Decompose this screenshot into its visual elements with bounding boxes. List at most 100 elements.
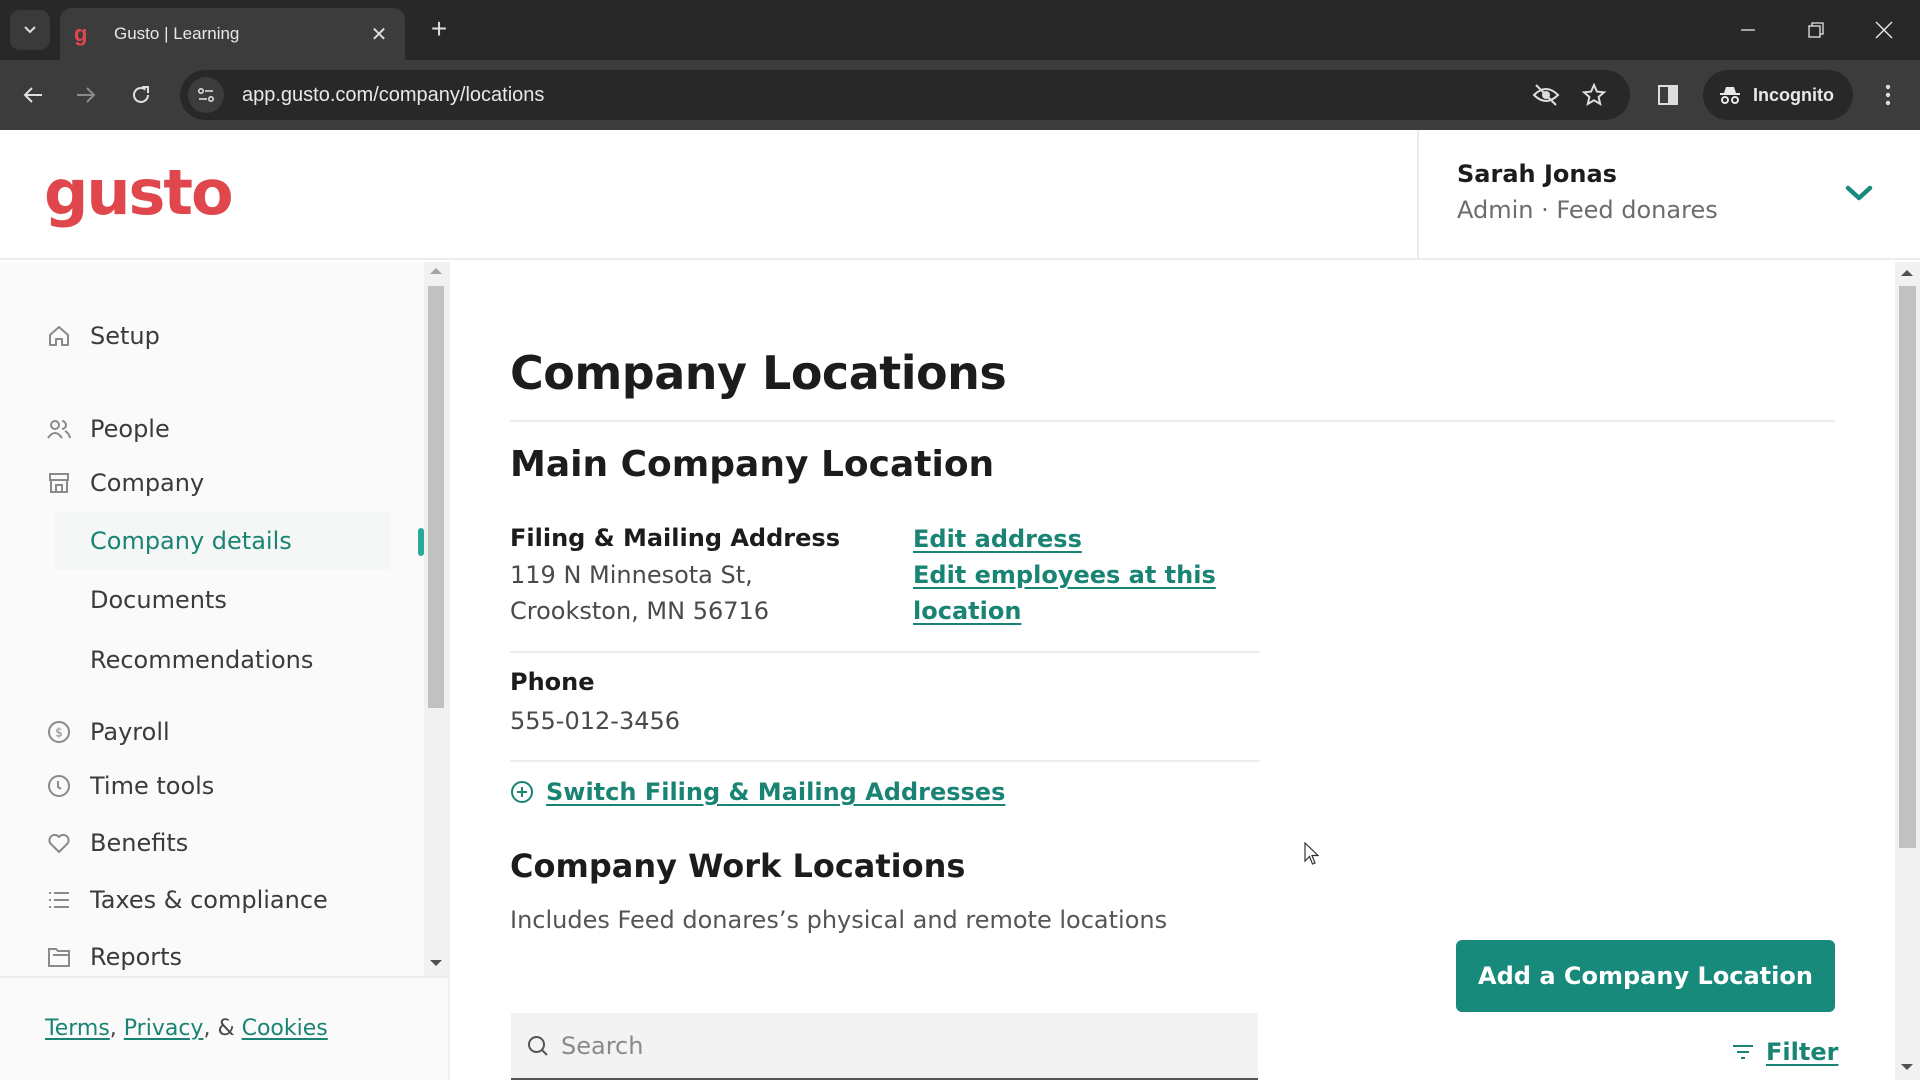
scroll-down-arrow-icon[interactable] <box>1901 1064 1913 1070</box>
filter-icon <box>1733 1045 1753 1059</box>
switch-addresses-link[interactable]: Switch Filing & Mailing Addresses <box>510 778 1005 806</box>
back-button[interactable] <box>13 75 53 115</box>
sidebar-item-reports[interactable]: Reports <box>44 931 182 976</box>
tab-search-button[interactable] <box>10 10 50 50</box>
scroll-up-arrow-icon[interactable] <box>430 268 442 274</box>
site-settings-icon[interactable] <box>188 77 224 113</box>
address-line-1: 119 N Minnesota St, <box>510 561 753 589</box>
address-label: Filing & Mailing Address <box>510 524 840 552</box>
divider <box>510 651 1260 653</box>
sidebar-item-setup[interactable]: Setup <box>44 310 160 362</box>
gusto-logo[interactable]: gusto <box>44 156 234 229</box>
edit-address-link[interactable]: Edit address <box>913 521 1082 557</box>
sidebar-item-time-tools[interactable]: Time tools <box>44 760 214 812</box>
reload-icon <box>133 86 149 103</box>
browser-menu-button[interactable] <box>1870 75 1906 115</box>
dollar-circle-icon: $ <box>44 717 74 747</box>
sidebar-nav: Setup People Company Company details Doc… <box>0 262 424 976</box>
sidebar-item-label: Reports <box>90 943 183 971</box>
sidebar-subitem-company-details[interactable]: Company details <box>90 515 292 567</box>
tab-close-icon[interactable]: ✕ <box>367 22 391 47</box>
kebab-menu-icon <box>1885 84 1891 106</box>
sidebar-item-people[interactable]: People <box>44 403 170 455</box>
people-icon <box>44 414 74 444</box>
tracking-protection-eye-off-icon[interactable] <box>1524 73 1568 117</box>
side-panel-button[interactable] <box>1648 75 1688 115</box>
app-header: gusto Sarah Jonas Admin · Feed donares <box>0 130 1920 260</box>
address-bar[interactable]: app.gusto.com/company/locations <box>180 70 1630 120</box>
phone-label: Phone <box>510 668 595 696</box>
cookies-link[interactable]: Cookies <box>242 1016 328 1041</box>
forward-button[interactable] <box>66 75 106 115</box>
sidebar-item-label: Company <box>90 469 205 497</box>
terms-link[interactable]: Terms <box>45 1016 110 1041</box>
incognito-icon <box>1720 87 1740 104</box>
privacy-link[interactable]: Privacy <box>124 1016 204 1041</box>
add-company-location-button[interactable]: Add a Company Location <box>1456 940 1835 1012</box>
search-input[interactable] <box>561 1031 1221 1060</box>
plus-circle-icon <box>511 781 533 803</box>
edit-employees-link-continued[interactable]: location <box>913 593 1021 629</box>
close-icon <box>1875 21 1893 39</box>
divider <box>510 760 1260 762</box>
sidebar-item-benefits[interactable]: Benefits <box>44 817 188 869</box>
account-chevron-down-icon[interactable] <box>1839 174 1879 214</box>
account-menu[interactable]: Sarah Jonas Admin · Feed donares <box>1417 130 1920 258</box>
sidebar-scrollbar-thumb[interactable] <box>428 286 444 708</box>
main-scrollbar-thumb[interactable] <box>1899 286 1916 848</box>
filter-button[interactable]: Filter <box>1732 1038 1838 1066</box>
scroll-down-arrow-icon[interactable] <box>430 960 442 966</box>
arrow-right-icon <box>77 87 96 103</box>
minimize-icon <box>1741 29 1755 31</box>
divider <box>510 420 1835 422</box>
main-scrollbar[interactable] <box>1895 262 1920 1080</box>
sidebar-subitem-documents[interactable]: Documents <box>90 574 227 626</box>
sidebar-item-payroll[interactable]: $ Payroll <box>44 706 170 758</box>
filter-label: Filter <box>1766 1038 1839 1066</box>
chevron-down-icon <box>24 26 36 34</box>
incognito-label: Incognito <box>1753 84 1834 105</box>
sidebar-item-company[interactable]: Company <box>44 457 204 509</box>
tab-title: Gusto | Learning <box>114 24 240 43</box>
user-role: Admin · Feed donares <box>1457 196 1718 224</box>
list-icon <box>44 885 74 915</box>
page-title: Company Locations <box>510 346 1007 400</box>
scroll-up-arrow-icon[interactable] <box>1901 270 1913 276</box>
restore-icon <box>1808 22 1824 38</box>
url-text[interactable]: app.gusto.com/company/locations <box>242 84 1524 107</box>
clock-icon <box>44 771 74 801</box>
search-field[interactable] <box>511 1013 1258 1080</box>
sidebar-item-label: People <box>90 415 170 443</box>
sidebar-scrollbar[interactable] <box>424 262 448 976</box>
sidebar-item-label: Benefits <box>90 829 189 857</box>
legal-links: Terms, Privacy, & Cookies <box>45 1016 328 1041</box>
close-window-button[interactable] <box>1864 10 1904 50</box>
sidebar-item-label: Payroll <box>90 718 170 746</box>
incognito-badge[interactable]: Incognito <box>1703 70 1853 120</box>
sidebar-item-taxes-compliance[interactable]: Taxes & compliance <box>44 874 328 926</box>
reload-button[interactable] <box>121 75 161 115</box>
heart-icon <box>44 828 74 858</box>
minimize-button[interactable] <box>1728 10 1768 50</box>
sidebar-item-label: Time tools <box>90 772 215 800</box>
browser-toolbar: app.gusto.com/company/locations Incognit… <box>0 60 1920 130</box>
work-locations-subtitle: Includes Feed donares’s physical and rem… <box>510 906 1168 934</box>
browser-tab[interactable]: g Gusto | Learning ✕ <box>60 8 405 60</box>
gusto-favicon-icon: g <box>74 21 88 46</box>
edit-employees-link[interactable]: Edit employees at this <box>913 557 1216 593</box>
main-location-title: Main Company Location <box>510 444 995 485</box>
browser-tab-bar: g Gusto | Learning ✕ + <box>0 0 1920 60</box>
search-icon <box>528 1035 548 1056</box>
restore-button[interactable] <box>1796 10 1836 50</box>
main-content: Company Locations Main Company Location … <box>450 262 1895 1080</box>
new-tab-button[interactable]: + <box>424 14 454 44</box>
address-line-2: Crookston, MN 56716 <box>510 597 770 625</box>
bookmark-star-icon[interactable] <box>1572 73 1616 117</box>
side-panel-icon <box>1658 85 1678 105</box>
folder-icon <box>44 942 74 972</box>
sidebar-item-label: Taxes & compliance <box>90 886 328 914</box>
separator: , <box>109 1016 117 1041</box>
store-icon <box>44 468 74 498</box>
sidebar-subitem-recommendations[interactable]: Recommendations <box>90 634 313 686</box>
home-icon <box>44 321 74 351</box>
